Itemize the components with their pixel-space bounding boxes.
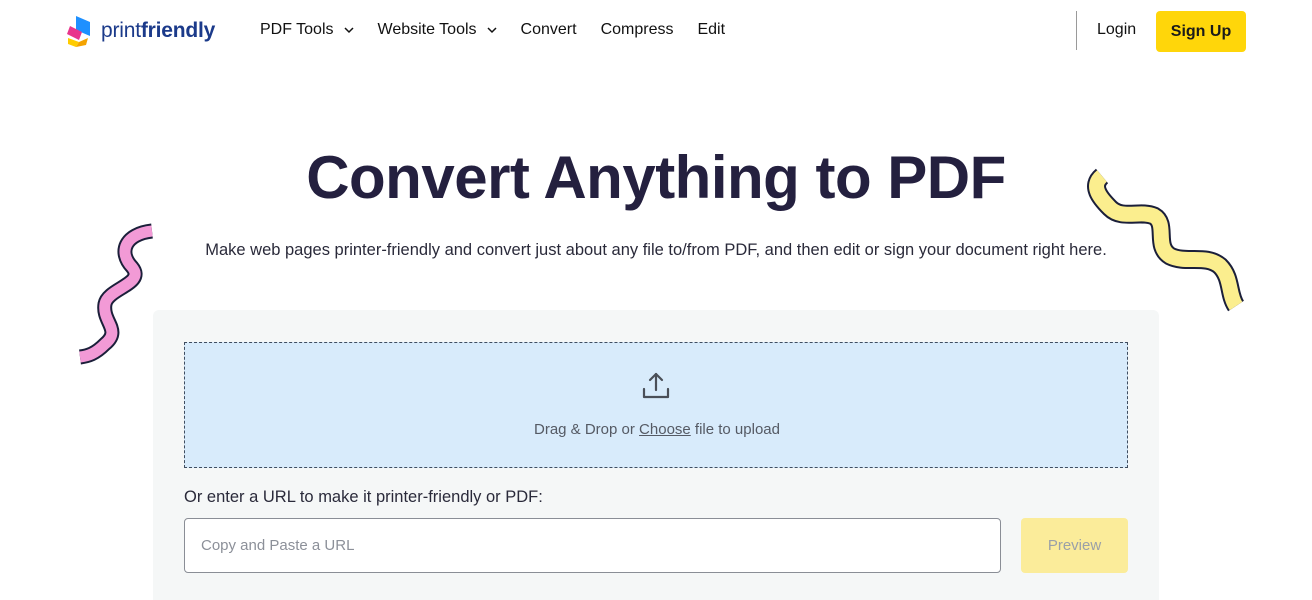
logo-text-friendly: friendly: [140, 19, 216, 42]
main-nav: PDF Tools Website Tools Convert Compress…: [260, 21, 749, 39]
page-title: Convert Anything to PDF: [306, 144, 1006, 211]
upload-icon: [642, 372, 670, 399]
choose-file-link[interactable]: Choose: [639, 421, 691, 438]
dropzone-text-prefix: Drag & Drop or: [534, 421, 640, 438]
nav-compress[interactable]: Compress: [601, 21, 674, 39]
nav-convert[interactable]: Convert: [521, 21, 577, 39]
logo-link[interactable]: printfriendly: [66, 14, 215, 48]
login-link[interactable]: Login: [1097, 21, 1136, 39]
header-divider: [1076, 11, 1077, 50]
file-dropzone[interactable]: Drag & Drop or Choose file to upload: [184, 342, 1128, 468]
dropzone-text-suffix: file to upload: [690, 421, 780, 438]
printfriendly-logo-icon: [67, 16, 90, 47]
nav-website-tools-label: Website Tools: [377, 21, 477, 38]
site-header: printfriendly PDF Tools Website Tools Co…: [0, 0, 1312, 64]
dropzone-text: Drag & Drop or Choose file to upload: [185, 421, 1129, 438]
url-input[interactable]: [184, 518, 1001, 573]
nav-pdf-tools[interactable]: PDF Tools: [260, 21, 354, 39]
nav-website-tools[interactable]: Website Tools: [378, 21, 497, 39]
page: printfriendly PDF Tools Website Tools Co…: [0, 0, 1312, 600]
nav-edit[interactable]: Edit: [697, 21, 725, 39]
chevron-down-icon: [487, 26, 497, 33]
page-subtitle: Make web pages printer-friendly and conv…: [205, 241, 1107, 259]
chevron-down-icon: [343, 26, 354, 33]
nav-pdf-tools-label: PDF Tools: [260, 21, 334, 38]
logo-wordmark: printfriendly: [101, 19, 215, 43]
logo-text-print: print: [101, 19, 141, 42]
preview-button[interactable]: Preview: [1021, 518, 1128, 573]
url-field-label: Or enter a URL to make it printer-friend…: [184, 488, 543, 506]
signup-button[interactable]: Sign Up: [1156, 11, 1246, 52]
